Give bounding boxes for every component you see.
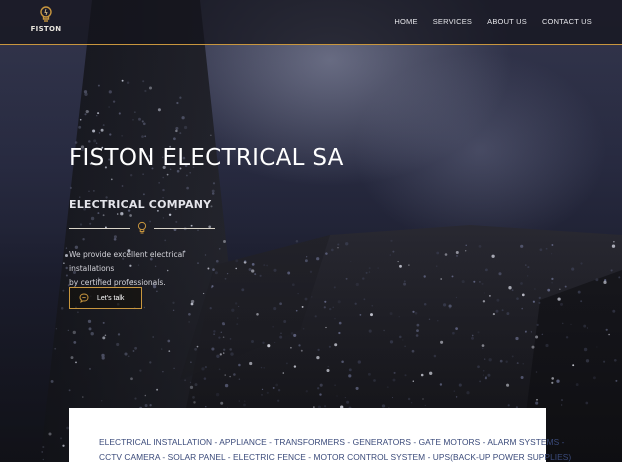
lightbulb-logo-icon [40, 6, 52, 22]
nav-home[interactable]: HOME [394, 17, 417, 26]
services-list-line: ELECTRICAL INSTALLATION - APPLIANCE - TR… [99, 437, 565, 447]
logo-text: FISTON [30, 25, 62, 33]
hero-description: We provide excellent electrical installa… [69, 248, 229, 290]
hero-divider [69, 221, 215, 235]
divider-line-left [69, 228, 130, 229]
hero-subtitle: ELECTRICAL COMPANY [69, 198, 212, 211]
services-banner: ELECTRICAL INSTALLATION - APPLIANCE - TR… [69, 408, 572, 462]
lightbulb-icon [137, 221, 147, 234]
nav-about-us[interactable]: ABOUT US [487, 17, 527, 26]
top-navbar: FISTON HOME SERVICES ABOUT US CONTACT US [0, 0, 622, 45]
lets-talk-label: Let's talk [97, 294, 125, 302]
lets-talk-button[interactable]: Let's talk [69, 287, 142, 309]
services-list-line: CCTV CAMERA - SOLAR PANEL - ELECTRIC FEN… [99, 452, 572, 462]
nav-contact-us[interactable]: CONTACT US [542, 17, 592, 26]
main-nav: HOME SERVICES ABOUT US CONTACT US [394, 17, 592, 26]
logo[interactable]: FISTON [26, 6, 66, 40]
chat-bubble-icon [79, 293, 89, 303]
nav-services[interactable]: SERVICES [433, 17, 472, 26]
hero-description-line: We provide excellent electrical installa… [69, 250, 185, 273]
divider-line-right [154, 228, 215, 229]
hero-title: FISTON ELECTRICAL SA [69, 145, 344, 171]
